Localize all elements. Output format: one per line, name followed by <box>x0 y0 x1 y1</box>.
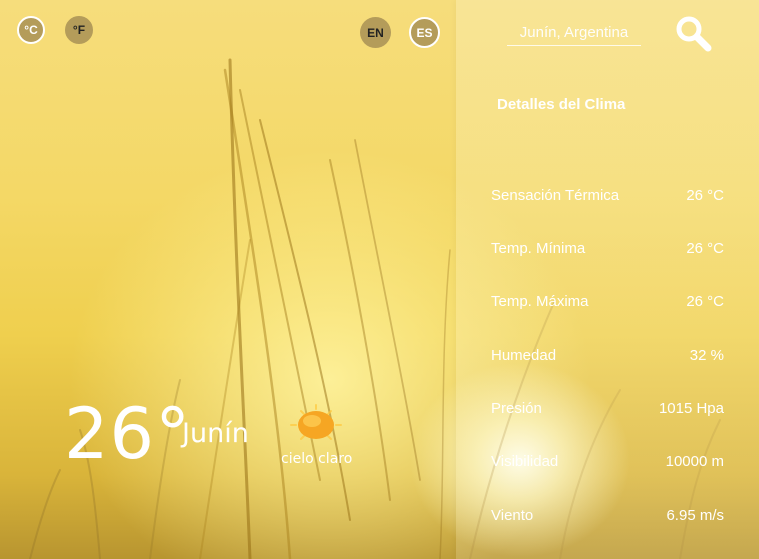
detail-label: Presión <box>491 400 542 417</box>
detail-value: 26 °C <box>686 293 724 310</box>
detail-label: Viento <box>491 507 534 524</box>
detail-value: 1015 Hpa <box>658 400 724 417</box>
detail-value: 26 °C <box>686 240 724 257</box>
detail-label: Humedad <box>491 347 557 364</box>
detail-label: Temp. Máxima <box>491 293 589 310</box>
detail-value: 10000 m <box>665 453 724 470</box>
detail-row-feels-like: Sensación Térmica 26 °C <box>491 186 724 206</box>
detail-row-visibility: Visibilidad 10000 m <box>491 452 724 472</box>
detail-label: Temp. Mínima <box>491 240 586 257</box>
detail-row-pressure: Presión 1015 Hpa <box>491 399 724 419</box>
sun-icon <box>290 404 342 440</box>
detail-row-humidity: Humedad 32 % <box>491 346 724 366</box>
detail-row-temp-min: Temp. Mínima 26 °C <box>491 239 724 259</box>
detail-label: Visibilidad <box>491 453 559 470</box>
detail-value: 26 °C <box>686 187 724 204</box>
language-en-button[interactable]: EN <box>360 17 391 48</box>
weather-condition: cielo claro <box>281 451 353 467</box>
city-search-input[interactable] <box>507 20 641 46</box>
detail-row-temp-max: Temp. Máxima 26 °C <box>491 292 724 312</box>
detail-row-wind: Viento 6.95 m/s <box>491 506 724 526</box>
detail-label: Sensación Térmica <box>491 187 620 204</box>
details-title: Detalles del Clima <box>497 96 626 113</box>
search-icon[interactable] <box>674 14 714 54</box>
city-name: Junín <box>182 418 249 449</box>
fahrenheit-button[interactable]: °F <box>65 16 93 44</box>
current-temperature: 26° <box>64 393 192 475</box>
detail-value: 32 % <box>689 347 724 364</box>
celsius-button[interactable]: °C <box>17 16 45 44</box>
details-panel: Detalles del Clima Sensación Térmica 26 … <box>456 0 759 559</box>
language-es-button[interactable]: ES <box>409 17 440 48</box>
detail-value: 6.95 m/s <box>666 507 724 524</box>
weather-app: °C °F EN ES 26° Junín cielo claro Detall… <box>0 0 759 559</box>
